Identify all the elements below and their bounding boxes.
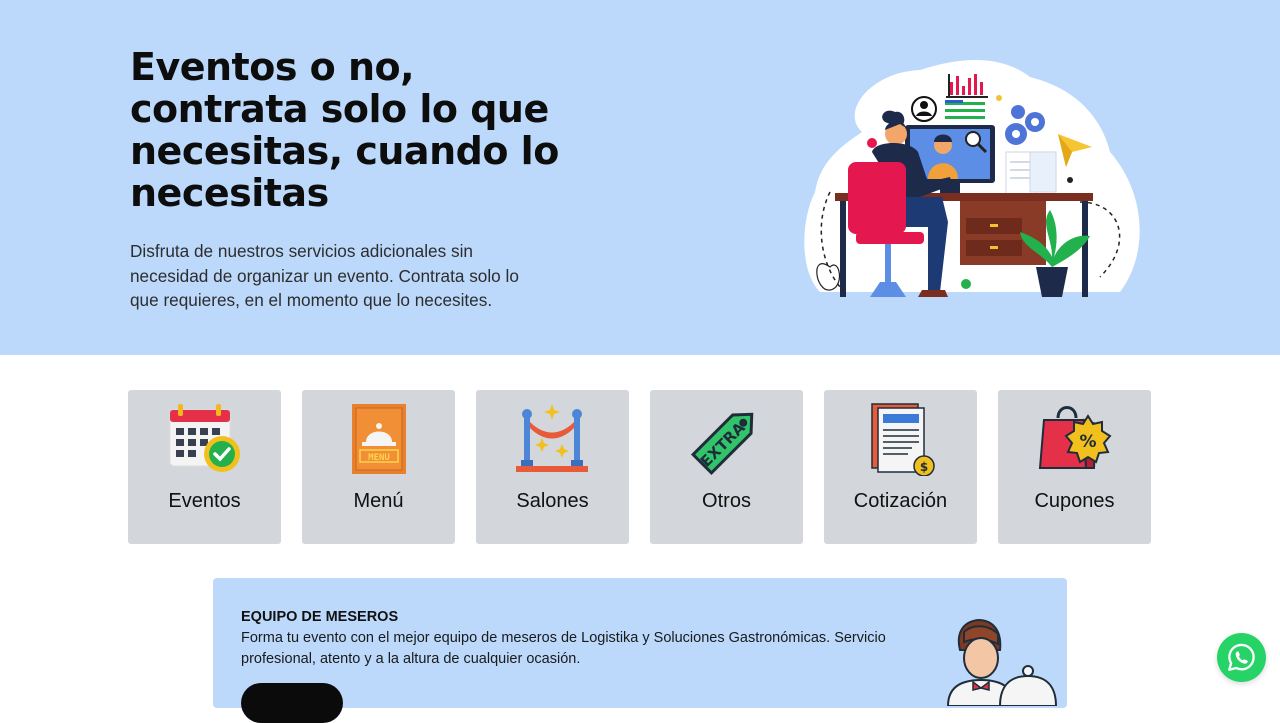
category-label: Eventos — [168, 490, 241, 512]
calendar-check-icon — [169, 404, 240, 472]
svg-text:MENU: MENU — [368, 453, 390, 463]
category-label: Otros — [702, 490, 751, 512]
category-card-salones[interactable]: Salones — [476, 390, 629, 544]
hero-section: Eventos o no, contrata solo lo que neces… — [0, 0, 1280, 355]
category-card-eventos[interactable]: Eventos — [128, 390, 281, 544]
svg-text:$: $ — [920, 460, 928, 474]
category-card-cupones[interactable]: % Cupones — [998, 390, 1151, 544]
venue-rope-icon — [516, 404, 588, 472]
panel-title: EQUIPO DE MESEROS — [241, 609, 399, 625]
panel-action-button[interactable] — [241, 683, 343, 723]
category-label: Cupones — [1034, 490, 1115, 512]
category-grid: Eventos MENU Menú Salones EXTRA Otros $ … — [128, 390, 1152, 544]
category-label: Salones — [516, 490, 589, 512]
category-label: Cotización — [853, 490, 948, 512]
office-illustration — [804, 59, 1140, 297]
panel-description: Forma tu evento con el mejor equipo de m… — [241, 630, 886, 667]
menu-book-icon: MENU — [352, 404, 406, 474]
category-card-otros[interactable]: EXTRA Otros — [650, 390, 803, 544]
extra-tag-icon: EXTRA — [690, 412, 754, 476]
whatsapp-icon — [1228, 643, 1255, 671]
hero-subtitle: Disfruta de nuestros servicios adicional… — [130, 241, 519, 310]
hero-title: Eventos o no, contrata solo lo que neces… — [130, 45, 559, 215]
waiter-illustration — [946, 618, 1058, 706]
category-card-cotizacion[interactable]: $ Cotización — [824, 390, 977, 544]
quote-document-icon: $ — [871, 403, 935, 476]
whatsapp-button[interactable] — [1217, 633, 1266, 682]
svg-text:%: % — [1079, 432, 1096, 452]
coupon-bag-icon: % — [1038, 406, 1112, 469]
category-label: Menú — [353, 490, 404, 512]
waiters-service-panel: EQUIPO DE MESEROS Forma tu evento con el… — [213, 578, 1067, 723]
category-card-menu[interactable]: MENU Menú — [302, 390, 455, 544]
